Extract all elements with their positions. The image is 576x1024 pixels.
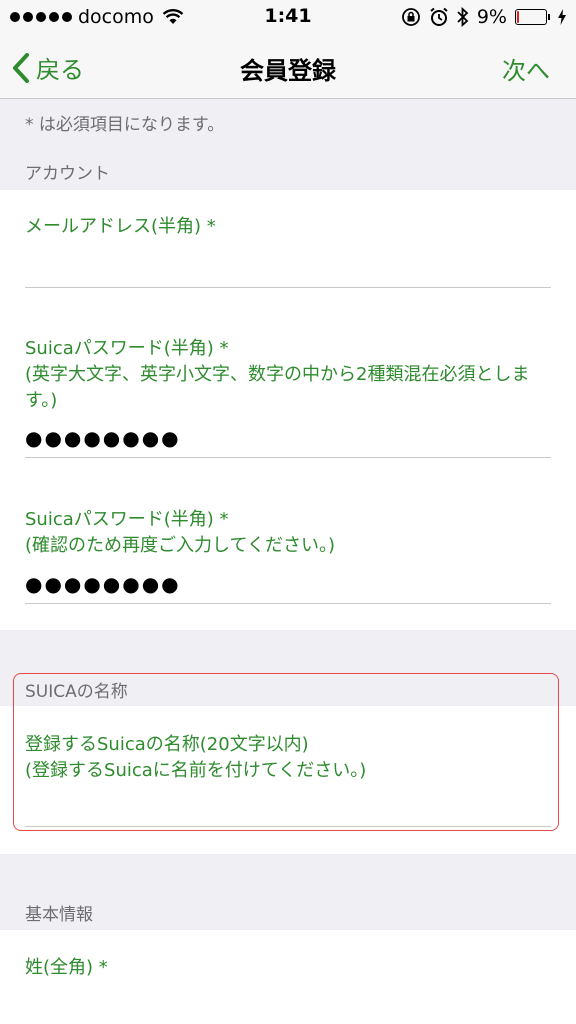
alarm-icon	[430, 7, 448, 26]
basic-info-card: 姓(全角) *	[0, 930, 576, 1024]
surname-field[interactable]	[25, 988, 551, 1018]
password-confirm-label: Suicaパスワード(半角) *	[25, 509, 229, 530]
navigation-bar: 戻る 会員登録 次へ	[0, 34, 576, 99]
password-label: Suicaパスワード(半角) *	[25, 338, 229, 359]
battery-fill	[517, 11, 519, 23]
email-label: メールアドレス(半角) *	[25, 216, 216, 237]
required-note: * は必須項目になります。	[25, 115, 225, 135]
page-title: 会員登録	[240, 57, 336, 85]
password-confirm-field[interactable]: ●●●●●●●●	[25, 572, 181, 596]
section-header-basic-info: 基本情報	[25, 905, 93, 925]
highlight-frame	[13, 673, 559, 831]
status-right: 9%	[401, 6, 566, 28]
next-button[interactable]: 次へ	[502, 51, 550, 86]
divider	[25, 287, 551, 288]
password-hint: (英字大文字、英字小文字、数字の中から2種類混在必須とします。)	[25, 364, 530, 411]
section-header-account: アカウント	[25, 164, 110, 184]
password-field[interactable]: ●●●●●●●●	[25, 426, 181, 450]
divider	[25, 603, 551, 604]
battery-icon	[515, 9, 550, 25]
email-field[interactable]	[25, 248, 551, 284]
account-card: メールアドレス(半角) * Suicaパスワード(半角) * (英字大文字、英字…	[0, 190, 576, 630]
rotation-lock-icon	[401, 8, 420, 26]
divider	[25, 457, 551, 458]
password-confirm-hint: (確認のため再度ご入力してください。)	[25, 535, 335, 556]
bluetooth-icon	[457, 7, 469, 27]
surname-label: 姓(全角) *	[25, 957, 108, 978]
charging-icon	[558, 9, 566, 25]
status-bar: docomo 1:41 9%	[0, 0, 576, 34]
battery-percent: 9%	[476, 6, 507, 28]
